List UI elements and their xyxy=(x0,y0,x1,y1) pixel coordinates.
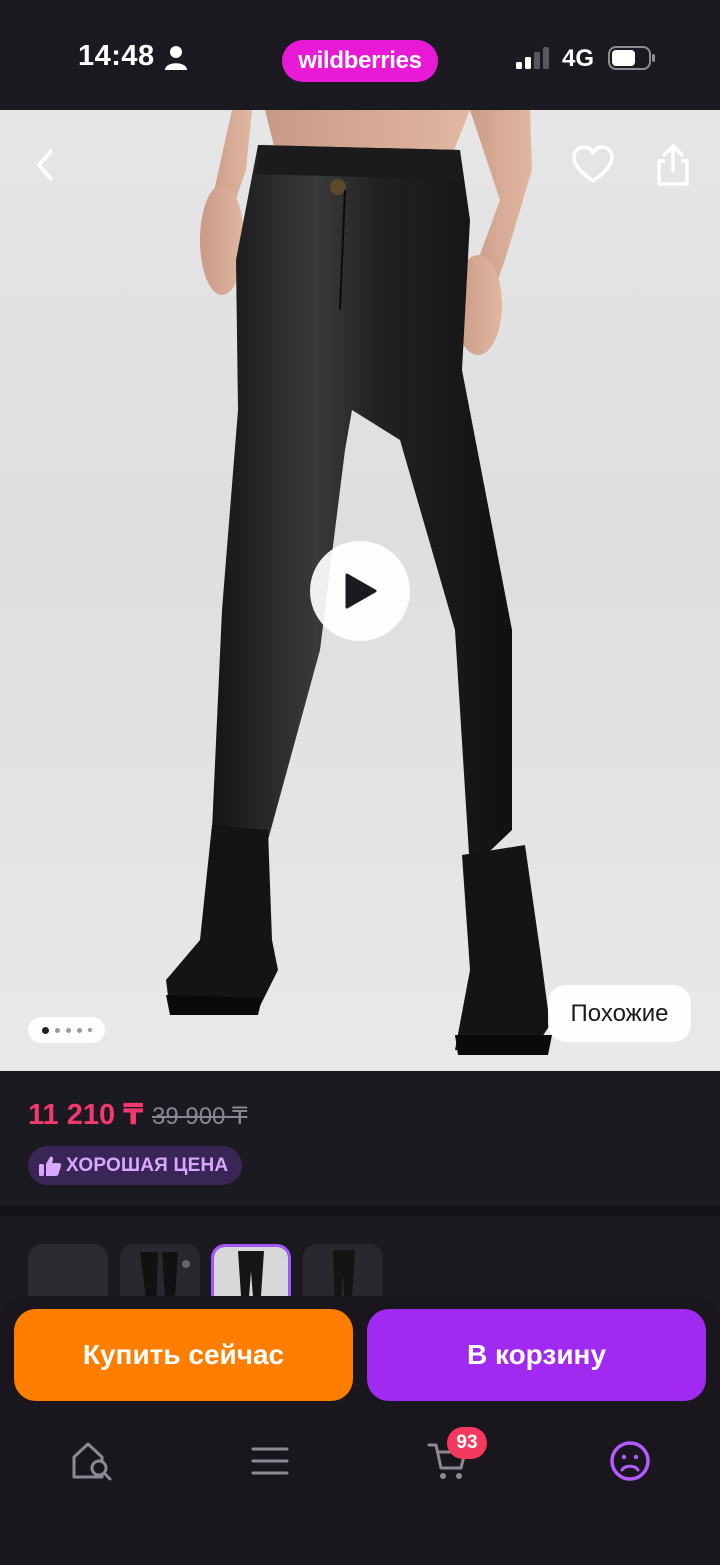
status-time: 14:48 xyxy=(78,40,155,72)
badge-label: ХОРОШАЯ ЦЕНА xyxy=(66,1154,229,1176)
old-price: 39 900 ₸ xyxy=(152,1103,248,1130)
status-bar: 14:48 wildberries 4G xyxy=(0,0,720,110)
network-label: 4G xyxy=(562,45,595,72)
back-icon xyxy=(37,149,53,181)
add-to-cart-button[interactable]: В корзину xyxy=(367,1309,706,1401)
back-button[interactable] xyxy=(16,135,76,195)
pagination-dot xyxy=(65,1027,71,1033)
play-video-button[interactable] xyxy=(310,541,410,641)
tab-catalog[interactable] xyxy=(240,1436,300,1486)
tab-home-search[interactable] xyxy=(62,1436,122,1486)
profile-icon xyxy=(610,1441,650,1481)
person-icon xyxy=(165,46,187,70)
battery-icon xyxy=(608,46,655,70)
pagination-dot xyxy=(76,1027,82,1033)
heart-icon xyxy=(572,145,614,183)
cart-count-badge: 93 xyxy=(447,1427,487,1459)
pagination-dot xyxy=(41,1026,49,1034)
good-price-badge[interactable]: ХОРОШАЯ ЦЕНА xyxy=(28,1146,243,1185)
bottom-action-bar: Купить сейчас В корзину 93 xyxy=(0,1296,720,1565)
signal-icon xyxy=(516,47,549,69)
menu-icon xyxy=(251,1447,289,1475)
current-price: 11 210 ₸ xyxy=(28,1099,144,1131)
play-icon xyxy=(345,573,377,609)
section-divider xyxy=(0,1206,720,1216)
price-card: 11 210 ₸ 39 900 ₸ ХОРОШАЯ ЦЕНА xyxy=(0,1071,720,1206)
pagination-dot xyxy=(54,1027,60,1033)
buy-now-button[interactable]: Купить сейчас xyxy=(14,1309,353,1401)
home-search-icon xyxy=(72,1442,112,1481)
gallery-pagination xyxy=(28,1017,105,1043)
share-button[interactable] xyxy=(643,135,703,195)
favorite-button[interactable] xyxy=(563,135,623,195)
product-gallery[interactable]: Похожие xyxy=(0,110,720,1071)
pagination-dot xyxy=(87,1028,92,1032)
color-variants xyxy=(0,1216,720,1306)
brand-logo: wildberries xyxy=(282,40,438,82)
tab-profile[interactable] xyxy=(600,1436,660,1486)
thumbs-up-icon xyxy=(39,1156,62,1176)
share-icon xyxy=(657,144,689,186)
similar-button[interactable]: Похожие xyxy=(548,985,691,1042)
